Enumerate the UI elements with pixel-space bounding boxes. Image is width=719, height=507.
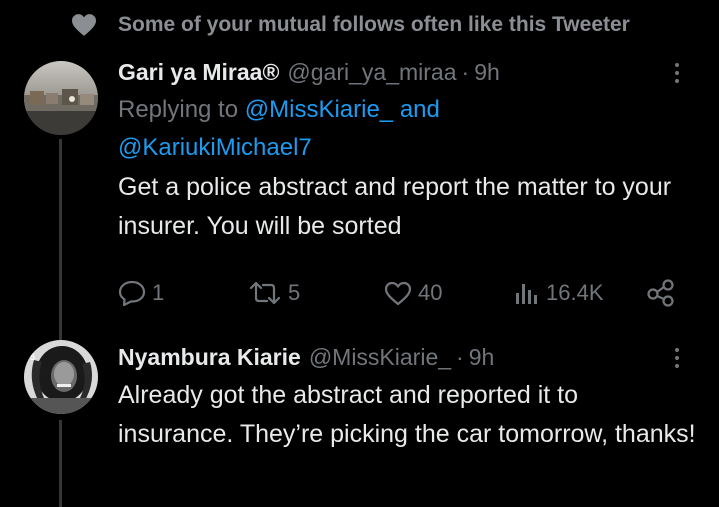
social-context-text: Some of your mutual follows often like t… <box>118 13 630 36</box>
mention-link[interactable]: @KariukiMichael7 <box>118 134 312 161</box>
social-context: Some of your mutual follows often like t… <box>70 10 630 40</box>
tweet-actions: 1 5 40 16.4K <box>118 273 678 313</box>
timestamp[interactable]: 9h <box>469 344 495 371</box>
tweet-header: Gari ya Miraa® @gari_ya_miraa · 9h <box>118 55 699 91</box>
tweet-content: Nyambura Kiarie @MissKiarie_ · 9h Alread… <box>118 340 699 454</box>
views-count: 16.4K <box>546 280 604 305</box>
like-icon <box>384 281 412 305</box>
separator: · <box>456 344 464 370</box>
display-name[interactable]: Nyambura Kiarie <box>118 344 301 371</box>
retweet-icon <box>249 281 281 305</box>
timestamp[interactable]: 9h <box>474 59 500 86</box>
replying-prefix: Replying to <box>118 96 239 123</box>
tweet-1[interactable]: Gari ya Miraa® @gari_ya_miraa · 9h Reply… <box>0 55 719 345</box>
more-options-icon[interactable] <box>665 59 689 87</box>
handle[interactable]: @MissKiarie_ <box>309 344 451 371</box>
replying-to: Replying to @MissKiarie_ and @KariukiMic… <box>118 91 699 167</box>
thread-line <box>59 139 62 345</box>
heart-icon <box>72 14 96 36</box>
share-icon <box>647 279 674 307</box>
avatar[interactable] <box>24 61 98 135</box>
avatar[interactable]: 5 <box>24 340 98 414</box>
views-button[interactable]: 16.4K <box>514 273 604 313</box>
avatar-image <box>24 61 98 135</box>
more-options-icon[interactable] <box>665 344 689 372</box>
like-count: 40 <box>418 280 443 305</box>
retweet-button[interactable]: 5 <box>248 273 300 313</box>
views-icon <box>516 284 537 304</box>
reply-icon <box>118 280 146 306</box>
mention-and[interactable]: and <box>400 96 440 123</box>
share-button[interactable] <box>646 273 676 313</box>
display-name[interactable]: Gari ya Miraa® <box>118 59 279 86</box>
retweet-count: 5 <box>288 280 301 305</box>
svg-text:5: 5 <box>30 352 35 362</box>
reply-button[interactable]: 1 <box>118 273 164 313</box>
separator: · <box>461 59 470 85</box>
tweet-content: Gari ya Miraa® @gari_ya_miraa · 9h Reply… <box>118 55 699 246</box>
handle[interactable]: @gari_ya_miraa <box>287 59 456 86</box>
reply-count: 1 <box>152 280 165 305</box>
avatar-image: 5 <box>24 340 98 414</box>
tweet-2[interactable]: 5 Nyambura Kiarie @MissKiarie_ · 9h Alre… <box>0 340 719 507</box>
like-button[interactable]: 40 <box>384 273 442 313</box>
thread-line <box>59 420 62 507</box>
tweet-text: Get a police abstract and report the mat… <box>118 173 672 240</box>
tweet-header: Nyambura Kiarie @MissKiarie_ · 9h <box>118 340 699 376</box>
tweet-text: Already got the abstract and reported it… <box>118 381 696 448</box>
mention-link[interactable]: @MissKiarie_ <box>245 96 393 123</box>
